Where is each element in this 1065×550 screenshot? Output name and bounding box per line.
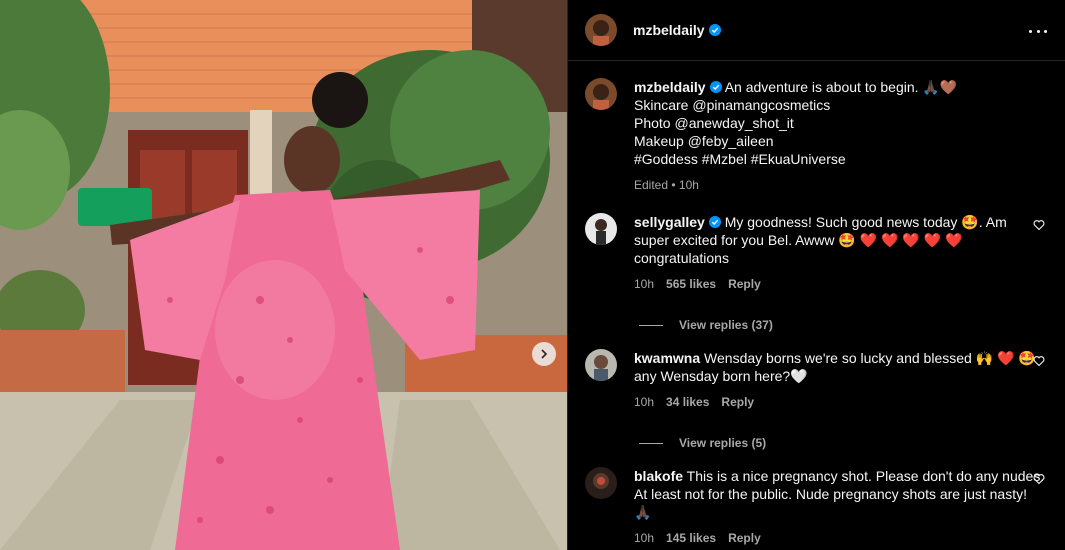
commenter-avatar[interactable]: [585, 349, 617, 381]
comment-likes[interactable]: 34 likes: [666, 395, 709, 409]
comment-time: 10h: [634, 277, 655, 291]
post-photo: [0, 0, 567, 550]
verified-badge-icon: [709, 81, 722, 93]
divider-line: [639, 442, 663, 444]
carousel-next-button[interactable]: [532, 342, 556, 366]
commenter-avatar[interactable]: [585, 213, 617, 245]
post-details-panel: mzbeldaily mzbeldaily An adventure is ab…: [567, 0, 1065, 550]
heart-outline-icon[interactable]: [1033, 219, 1045, 231]
caption-line: #Goddess #Mzbel #EkuaUniverse: [634, 151, 846, 167]
comment: blakofe This is a nice pregnancy shot. P…: [585, 467, 1045, 545]
reply-button[interactable]: Reply: [728, 277, 761, 291]
caption-text: An adventure is about to begin. 🙏🏿🤎: [724, 79, 958, 95]
heart-outline-icon[interactable]: [1033, 355, 1045, 367]
reply-button[interactable]: Reply: [721, 395, 754, 409]
comment: kwamwna Wensday borns we're so lucky and…: [585, 349, 1045, 450]
comment: sellygalley My goodness! Such good news …: [585, 213, 1045, 332]
comment-likes[interactable]: 145 likes: [666, 531, 716, 545]
comment-time: 10h: [634, 395, 655, 409]
view-replies-label: View replies (37): [679, 318, 773, 332]
caption-author-avatar[interactable]: [585, 78, 617, 110]
chevron-right-icon: [541, 349, 548, 359]
caption-line: Makeup @feby_aileen: [634, 133, 774, 149]
comment-likes[interactable]: 565 likes: [666, 277, 716, 291]
caption-line: Skincare @pinamangcosmetics: [634, 97, 831, 113]
verified-badge-icon: [708, 216, 721, 228]
edited-timestamp: Edited • 10h: [634, 178, 699, 192]
commenter-avatar[interactable]: [585, 467, 617, 499]
commenter-username[interactable]: sellygalley: [634, 214, 705, 230]
reply-button[interactable]: Reply: [728, 531, 761, 545]
view-replies-label: View replies (5): [679, 436, 767, 450]
author-avatar[interactable]: [585, 14, 617, 46]
caption-username[interactable]: mzbeldaily: [634, 79, 706, 95]
author-username[interactable]: mzbeldaily: [633, 22, 705, 38]
commenter-username[interactable]: kwamwna: [634, 350, 700, 366]
more-options-icon[interactable]: [1029, 22, 1047, 40]
view-replies-button[interactable]: View replies (5): [639, 436, 1045, 450]
divider-line: [639, 324, 663, 326]
comment-time: 10h: [634, 531, 655, 545]
heart-outline-icon[interactable]: [1033, 473, 1045, 485]
commenter-username[interactable]: blakofe: [634, 468, 683, 484]
view-replies-button[interactable]: View replies (37): [639, 318, 1045, 332]
post-header: mzbeldaily: [568, 0, 1065, 61]
photo-illustration: [0, 0, 567, 550]
verified-badge-icon: [708, 24, 721, 36]
caption-line: Photo @anewday_shot_it: [634, 115, 794, 131]
post-caption: mzbeldaily An adventure is about to begi…: [585, 78, 1045, 192]
comment-text: This is a nice pregnancy shot. Please do…: [634, 468, 1045, 520]
